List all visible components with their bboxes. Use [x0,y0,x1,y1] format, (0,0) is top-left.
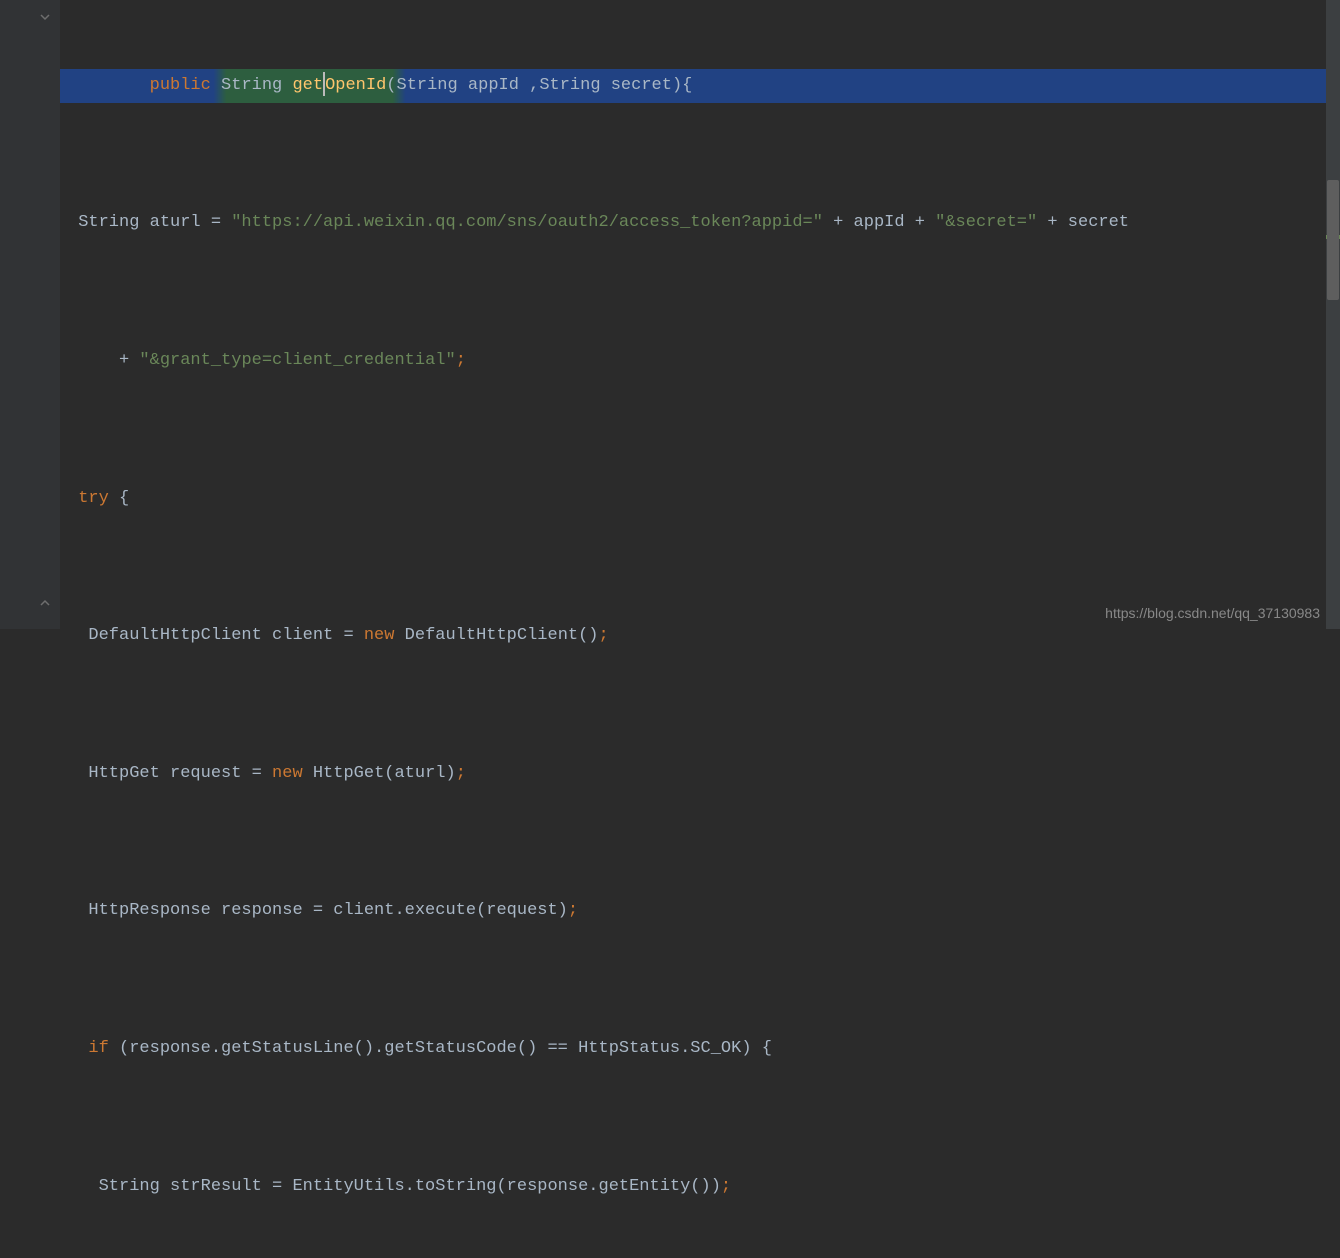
code-line-5[interactable]: DefaultHttpClient client = new DefaultHt… [60,619,1340,653]
text-cursor [323,72,325,96]
code-line-1[interactable]: public String getOpenId(String appId ,St… [60,69,1340,103]
code-line-8[interactable]: if (response.getStatusLine().getStatusCo… [60,1032,1340,1066]
code-content[interactable]: public String getOpenId(String appId ,St… [60,0,1340,629]
vertical-scrollbar[interactable] [1326,0,1340,629]
fold-marker-expand-icon[interactable] [38,596,52,610]
method-name: getOpenId [292,76,386,95]
code-line-4[interactable]: try { [60,482,1340,516]
code-editor[interactable]: public String getOpenId(String appId ,St… [0,0,1340,629]
code-line-9[interactable]: String strResult = EntityUtils.toString(… [60,1170,1340,1204]
watermark-text: https://blog.csdn.net/qq_37130983 [1105,605,1320,621]
code-line-6[interactable]: HttpGet request = new HttpGet(aturl); [60,757,1340,791]
keyword-public: public [150,76,211,95]
code-line-2[interactable]: String aturl = "https://api.weixin.qq.co… [60,206,1340,240]
scroll-thumb[interactable] [1327,180,1339,300]
editor-gutter [0,0,60,629]
code-line-7[interactable]: HttpResponse response = client.execute(r… [60,894,1340,928]
method-params: (String appId ,String secret){ [386,76,692,95]
code-line-3[interactable]: + "&grant_type=client_credential"; [60,344,1340,378]
type-string: String [221,76,282,95]
fold-marker-collapse-icon[interactable] [38,10,52,24]
